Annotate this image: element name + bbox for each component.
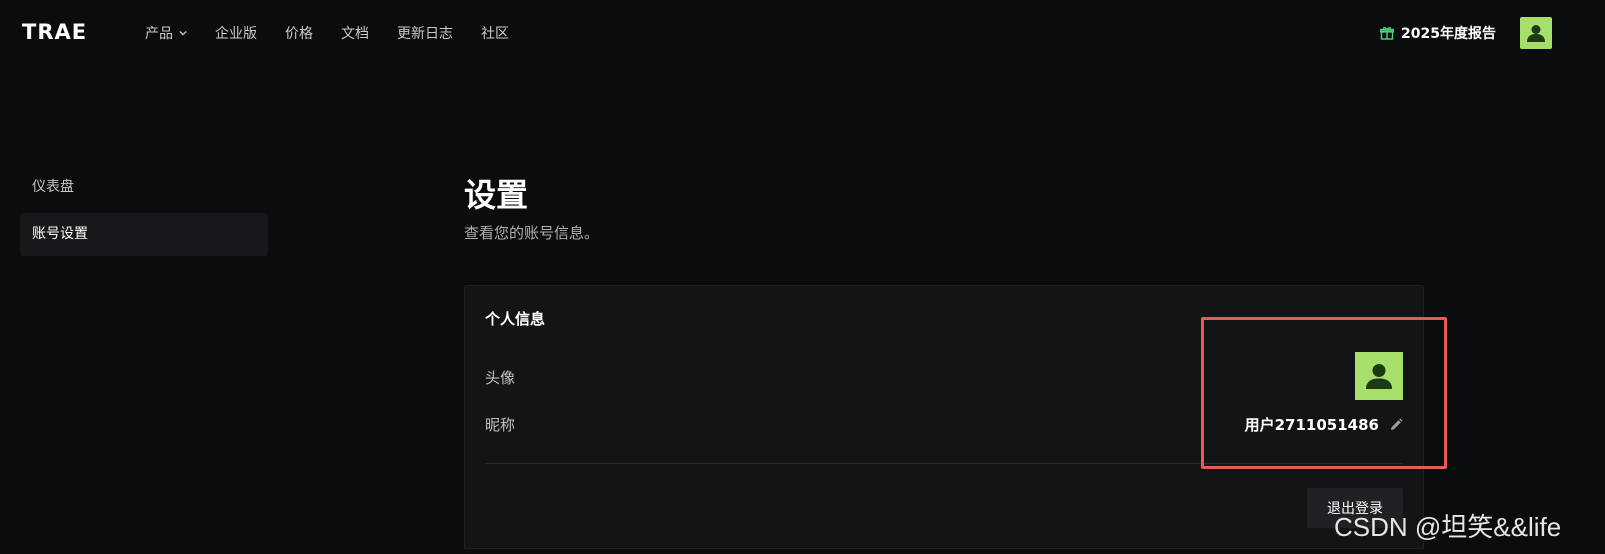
page-title: 设置: [464, 176, 529, 214]
nav-item-community[interactable]: 社区: [481, 23, 509, 43]
nav-label: 社区: [481, 26, 509, 42]
nav-label: 文档: [341, 26, 369, 42]
nav-label: 价格: [285, 26, 313, 42]
sidebar: 仪表盘 账号设置: [20, 166, 268, 260]
nav-label: 企业版: [215, 26, 257, 42]
annual-report-label: 2025年度报告: [1401, 26, 1496, 42]
nav-item-docs[interactable]: 文档: [341, 23, 369, 43]
nickname-field: 用户2711051486: [1245, 414, 1403, 435]
page-subtitle: 查看您的账号信息。: [464, 224, 600, 242]
user-icon: [1527, 25, 1545, 42]
trae-logo[interactable]: TRAE: [22, 20, 87, 44]
nav-item-pricing[interactable]: 价格: [285, 23, 313, 43]
profile-avatar[interactable]: [1355, 352, 1403, 400]
gift-icon: [1380, 27, 1394, 40]
sidebar-item-label: 仪表盘: [32, 179, 74, 195]
nav-item-product[interactable]: 产品: [145, 23, 187, 43]
avatar-label: 头像: [485, 369, 516, 387]
divider: [485, 463, 1403, 464]
user-avatar-button[interactable]: [1520, 17, 1552, 49]
annual-report-link[interactable]: 2025年度报告: [1380, 23, 1496, 43]
personal-info-card: 个人信息 头像 昵称 用户2711051486 退出登录: [464, 285, 1424, 549]
nickname-value: 用户2711051486: [1244, 416, 1379, 434]
settings-page: TRAE 产品 企业版 价格 文档 更新日志 社区 2025年度报告 仪表盘 账…: [0, 0, 1605, 554]
logo-text: TRAE: [22, 20, 88, 44]
card-title: 个人信息: [485, 310, 546, 328]
top-navbar: TRAE 产品 企业版 价格 文档 更新日志 社区 2025年度报告: [0, 0, 1605, 66]
nav-label: 产品: [145, 26, 173, 42]
sidebar-item-dashboard[interactable]: 仪表盘: [20, 166, 268, 209]
nav-label: 更新日志: [397, 26, 453, 42]
nav-item-enterprise[interactable]: 企业版: [215, 23, 257, 43]
nickname-label: 昵称: [485, 416, 516, 434]
sidebar-item-account-settings[interactable]: 账号设置: [20, 213, 268, 256]
main-nav: 产品 企业版 价格 文档 更新日志 社区: [145, 23, 537, 43]
pencil-icon[interactable]: [1389, 418, 1403, 432]
user-icon: [1366, 364, 1392, 389]
chevron-down-icon: [179, 30, 187, 36]
nav-item-changelog[interactable]: 更新日志: [397, 23, 453, 43]
sidebar-item-label: 账号设置: [32, 226, 88, 242]
watermark: CSDN @坦笑&&life: [1334, 512, 1562, 542]
